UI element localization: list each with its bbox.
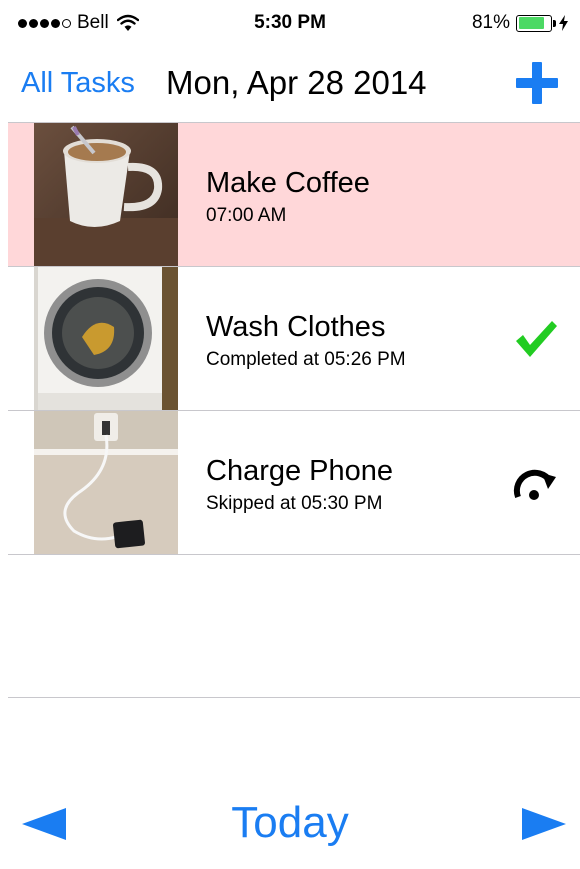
battery-percentage: 81% (471, 12, 510, 33)
skip-icon (512, 459, 560, 507)
battery-cap (553, 19, 556, 27)
task-name: Charge Phone (206, 455, 394, 487)
status-right: 81% (472, 12, 568, 34)
all-tasks-button[interactable]: All Tasks (21, 67, 135, 100)
task-name: Wash Clothes (206, 311, 386, 343)
checkmark-icon (512, 315, 560, 363)
charging-bolt-icon (559, 15, 568, 31)
next-day-button[interactable] (522, 808, 566, 840)
washing-machine-photo (34, 267, 178, 410)
task-row[interactable]: Charge Phone Skipped at 05:30 PM (8, 411, 580, 555)
navigation-bar: All Tasks Mon, Apr 28 2014 (0, 44, 580, 122)
coffee-mug-photo (34, 123, 178, 266)
empty-row (8, 554, 580, 698)
task-status-text: Completed at 05:26 PM (206, 349, 406, 370)
task-row[interactable]: Make Coffee 07:00 AM (8, 123, 580, 267)
task-name: Make Coffee (206, 167, 370, 199)
task-time: 07:00 AM (206, 205, 287, 226)
task-row[interactable]: Wash Clothes Completed at 05:26 PM (8, 267, 580, 411)
page-title: Mon, Apr 28 2014 (166, 64, 427, 101)
right-arrow-icon (522, 808, 566, 840)
battery-icon (516, 14, 552, 32)
add-task-button[interactable] (516, 62, 558, 104)
task-status-text: Skipped at 05:30 PM (206, 493, 383, 514)
phone-charger-photo (34, 411, 178, 554)
task-list: Make Coffee 07:00 AM Wash Clothes Comple… (8, 122, 580, 555)
bottom-toolbar: Today (0, 790, 580, 860)
status-bar: Bell 5:30 PM 81% (0, 0, 580, 44)
battery-fill (518, 17, 544, 29)
today-button[interactable]: Today (0, 798, 580, 848)
